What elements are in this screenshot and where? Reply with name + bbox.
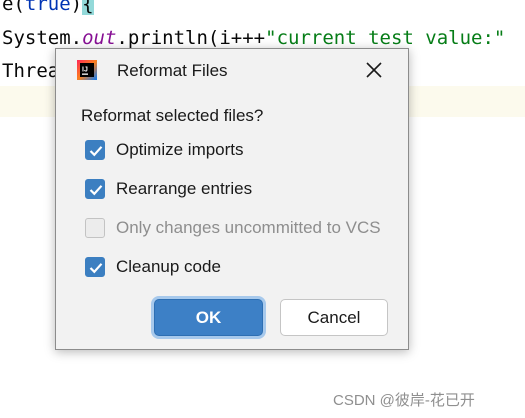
dialog-prompt: Reformat selected files? <box>81 106 264 125</box>
checkbox-label: Optimize imports <box>116 140 244 159</box>
checkbox-label: Rearrange entries <box>116 179 253 198</box>
checkmark-icon <box>89 263 103 274</box>
code-text: .println(i+++ <box>116 27 266 49</box>
dialog-titlebar[interactable]: IJ Reformat Files <box>56 49 408 91</box>
checkbox-label: Cleanup code <box>116 257 221 276</box>
checkbox-unchecked <box>85 218 105 238</box>
watermark: CSDN @彼岸-花已开 <box>333 392 475 409</box>
code-text: System. <box>2 27 83 49</box>
code-text: Threa <box>2 60 60 82</box>
ok-button[interactable]: OK <box>154 299 263 336</box>
reformat-files-dialog: IJ Reformat Files Reformat selected file… <box>55 48 409 350</box>
matched-brace: { <box>82 0 94 15</box>
close-icon[interactable] <box>363 59 385 81</box>
code-paren: ) <box>70 0 83 15</box>
checkbox-label: Only changes uncommitted to VCS <box>116 218 381 237</box>
checkmark-icon <box>89 146 103 157</box>
code-line-3: Threa <box>2 59 59 83</box>
intellij-app-icon: IJ <box>77 60 97 80</box>
code-keyword: true <box>24 0 71 15</box>
code-line-1: e(true){ <box>2 0 94 16</box>
checkmark-icon <box>89 185 103 196</box>
code-string: "current test value:" <box>265 27 506 49</box>
dialog-title: Reformat Files <box>117 61 228 80</box>
checkbox-checked[interactable] <box>85 140 105 160</box>
code-field: out <box>82 27 117 49</box>
checkbox-checked[interactable] <box>85 257 105 277</box>
cancel-button[interactable]: Cancel <box>280 299 388 336</box>
code-line-2: System.out.println(i+++"current test val… <box>2 26 505 50</box>
app-icon-letters: IJ <box>82 67 88 74</box>
checkbox-checked[interactable] <box>85 179 105 199</box>
code-text: e( <box>2 0 25 15</box>
